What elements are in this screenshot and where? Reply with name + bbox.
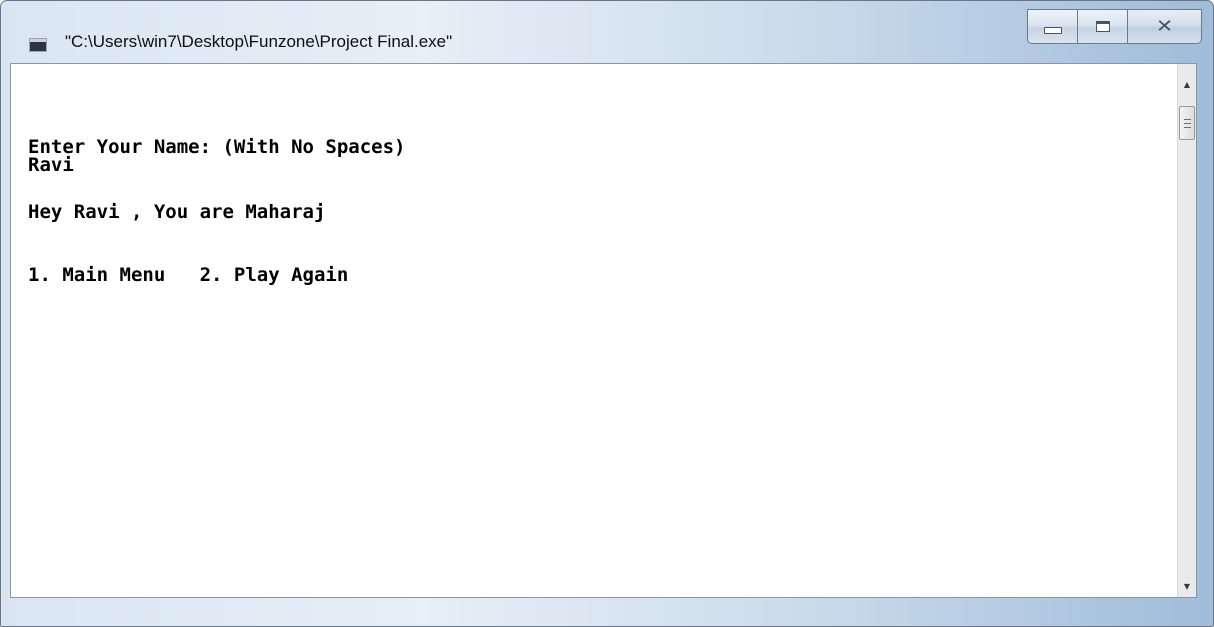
grip-icon	[1183, 118, 1191, 128]
caption-buttons: ✕	[1027, 9, 1202, 44]
minimize-icon	[1043, 27, 1062, 34]
window-title: "C:\Users\win7\Desktop\Funzone\Project F…	[65, 32, 453, 51]
scroll-thumb[interactable]	[1179, 106, 1195, 140]
vertical-scrollbar[interactable]: ▲ ▼	[1177, 64, 1196, 597]
close-button[interactable]: ✕	[1128, 9, 1202, 44]
scroll-down-arrow-icon: ▼	[1183, 582, 1191, 591]
minimize-button[interactable]	[1027, 9, 1078, 44]
greeting-line: Hey Ravi , You are Maharaj	[28, 201, 326, 223]
console-window-icon[interactable]	[29, 38, 47, 52]
prompt-line: Enter Your Name: (With No Spaces)	[28, 136, 406, 158]
close-icon: ✕	[1155, 16, 1174, 37]
input-line: Ravi	[28, 154, 74, 176]
scroll-down-button[interactable]: ▼	[1178, 578, 1196, 595]
console-client-area[interactable]: Enter Your Name: (With No Spaces) Ravi H…	[10, 63, 1197, 598]
maximize-icon	[1095, 21, 1110, 32]
console-output: Enter Your Name: (With No Spaces) Ravi H…	[11, 64, 1178, 597]
console-window: "C:\Users\win7\Desktop\Funzone\Project F…	[0, 0, 1214, 627]
title-bar[interactable]: "C:\Users\win7\Desktop\Funzone\Project F…	[1, 1, 1213, 63]
maximize-button[interactable]	[1078, 9, 1128, 44]
menu-options-line: 1. Main Menu 2. Play Again	[28, 264, 349, 286]
scroll-up-button[interactable]: ▲	[1178, 76, 1196, 93]
scroll-up-arrow-icon: ▲	[1183, 80, 1191, 89]
